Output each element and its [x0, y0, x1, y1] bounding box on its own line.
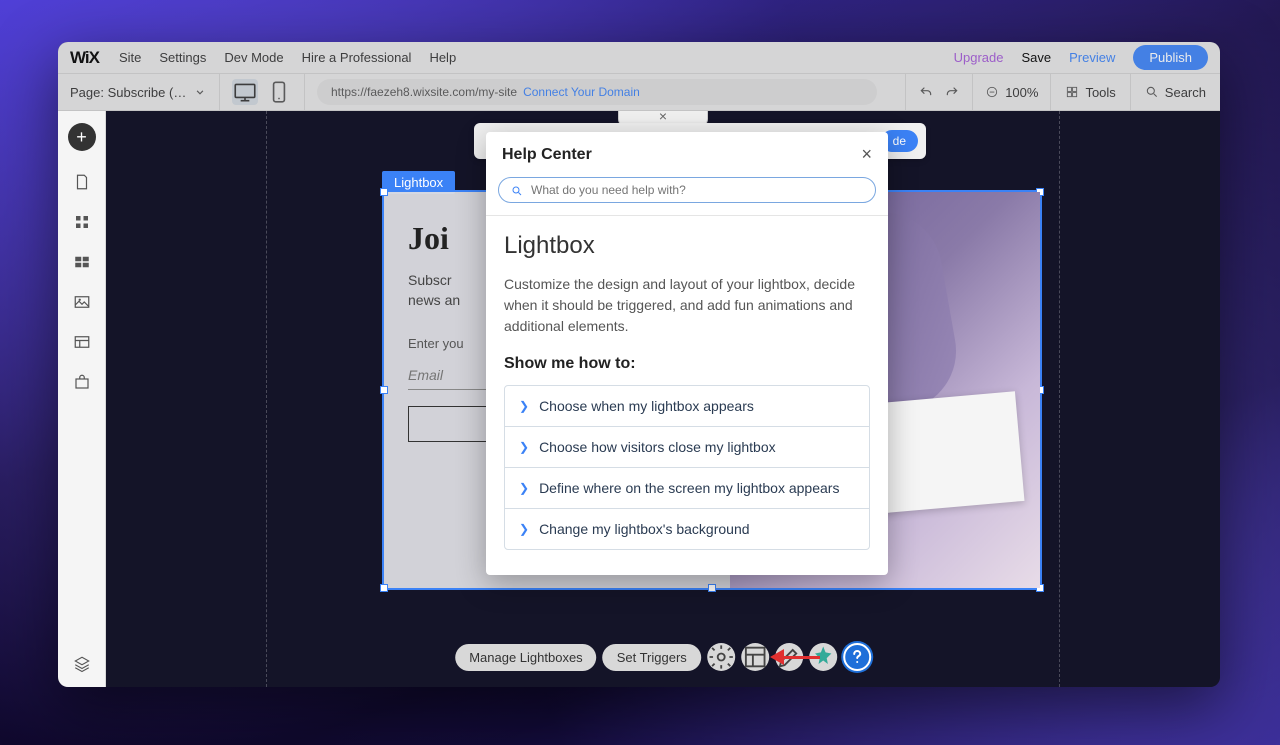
pages-icon[interactable]: [73, 173, 91, 191]
help-item[interactable]: ❯ Define where on the screen my lightbox…: [505, 468, 869, 509]
resize-handle[interactable]: [380, 584, 388, 592]
guide-left: [266, 111, 267, 687]
help-item-label: Choose how visitors close my lightbox: [539, 439, 776, 455]
guide-right: [1059, 111, 1060, 687]
help-list: ❯ Choose when my lightbox appears ❯ Choo…: [504, 385, 870, 550]
canvas[interactable]: × ⋮⋮ de Lightbox Joi Subscr n: [106, 111, 1220, 687]
chevron-right-icon: ❯: [519, 440, 529, 454]
help-search-wrap: [486, 177, 888, 216]
help-item-label: Choose when my lightbox appears: [539, 398, 754, 414]
help-description: Customize the design and layout of your …: [504, 274, 870, 337]
help-topic-title: Lightbox: [504, 232, 870, 260]
resize-handle[interactable]: [380, 188, 388, 196]
media-icon[interactable]: [73, 293, 91, 311]
help-icon[interactable]: [843, 643, 871, 671]
settings-icon[interactable]: [707, 643, 735, 671]
help-body: Lightbox Customize the design and layout…: [486, 216, 888, 575]
chevron-right-icon: ❯: [519, 522, 529, 536]
help-search-input[interactable]: [531, 183, 863, 197]
left-rail: +: [58, 111, 106, 687]
set-triggers-button[interactable]: Set Triggers: [603, 644, 701, 671]
resize-handle[interactable]: [708, 584, 716, 592]
help-item[interactable]: ❯ Choose how visitors close my lightbox: [505, 427, 869, 468]
apps-icon[interactable]: [73, 213, 91, 231]
help-item-label: Define where on the screen my lightbox a…: [539, 480, 839, 496]
chevron-right-icon: ❯: [519, 399, 529, 413]
help-search[interactable]: [498, 177, 876, 203]
annotation-arrow: [770, 649, 820, 665]
resize-handle[interactable]: [380, 386, 388, 394]
close-icon[interactable]: ×: [861, 144, 872, 165]
chevron-right-icon: ❯: [519, 481, 529, 495]
help-showme-heading: Show me how to:: [504, 355, 870, 373]
help-title: Help Center: [502, 146, 592, 164]
app-window: WiX Site Settings Dev Mode Hire a Profes…: [58, 42, 1220, 687]
content-icon[interactable]: [73, 333, 91, 351]
layout-icon[interactable]: [741, 643, 769, 671]
sections-icon[interactable]: [73, 253, 91, 271]
help-header: Help Center ×: [486, 132, 888, 177]
manage-lightboxes-button[interactable]: Manage Lightboxes: [455, 644, 596, 671]
help-center-panel: Help Center × Lightbox Customize the des…: [486, 132, 888, 575]
business-icon[interactable]: [73, 373, 91, 391]
help-item[interactable]: ❯ Change my lightbox's background: [505, 509, 869, 549]
help-item[interactable]: ❯ Choose when my lightbox appears: [505, 386, 869, 427]
help-item-label: Change my lightbox's background: [539, 521, 749, 537]
canvas-area: + × ⋮⋮ de Lightbox: [58, 111, 1220, 687]
layers-icon[interactable]: [73, 655, 91, 673]
add-button[interactable]: +: [68, 123, 96, 151]
search-icon: [511, 184, 523, 196]
